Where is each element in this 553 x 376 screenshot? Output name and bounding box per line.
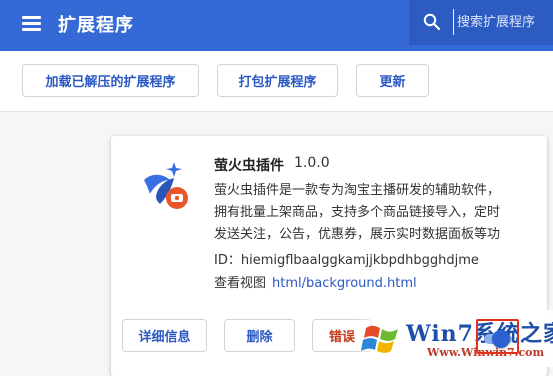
extension-version: 1.0.0 — [294, 155, 330, 171]
search-icon[interactable] — [423, 13, 441, 31]
page-title: 扩展程序 — [58, 15, 134, 36]
inspect-views: 查看视图 html/background.html — [214, 272, 417, 291]
description-line: 发送关注，公告，优惠券，展示实时数据面板等功 — [214, 227, 501, 242]
search-box[interactable] — [409, 0, 553, 45]
app-header: 扩展程序 — [0, 0, 553, 51]
windows-logo-icon — [361, 325, 398, 353]
description-line: 萤火虫插件是一款专为淘宝主播研发的辅助软件， — [214, 183, 501, 198]
search-input[interactable] — [453, 9, 553, 35]
extension-name: 萤火虫插件 — [214, 158, 284, 174]
background-page-link[interactable]: html/background.html — [272, 276, 417, 291]
inspect-views-label: 查看视图 — [214, 276, 267, 291]
pack-extension-button[interactable]: 打包扩展程序 — [217, 64, 338, 97]
details-button[interactable]: 详细信息 — [122, 319, 207, 352]
toolbar: 加载已解压的扩展程序 打包扩展程序 更新 — [0, 51, 553, 112]
extension-description: 萤火虫插件是一款专为淘宝主播研发的辅助软件， 拥有批量上架商品，支持多个商品链接… — [214, 180, 534, 246]
update-button[interactable]: 更新 — [356, 64, 429, 97]
watermark: Win7系统之家 Www.Winwin7.com — [352, 310, 553, 367]
load-unpacked-button[interactable]: 加载已解压的扩展程序 — [22, 64, 199, 97]
menu-icon[interactable] — [22, 15, 41, 31]
firefly-icon — [144, 162, 188, 209]
extension-id: ID：hiemigflbaalggkamjjkbpdhbgghdjme — [214, 253, 479, 268]
description-line: 拥有批量上架商品，支持多个商品链接导入，定时 — [214, 205, 501, 220]
highlight-box — [476, 319, 519, 354]
remove-button[interactable]: 删除 — [224, 319, 295, 352]
